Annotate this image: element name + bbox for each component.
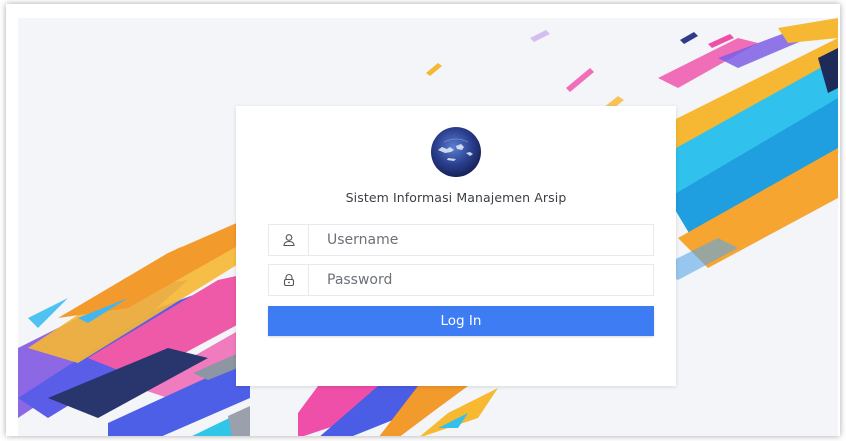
- username-input[interactable]: [309, 226, 627, 254]
- bg-accent-yellow: [426, 63, 442, 76]
- password-field: [268, 264, 654, 296]
- bg-accent-pink: [566, 68, 594, 92]
- bg-stripe-right-yellow-2: [778, 18, 838, 43]
- login-card: Sistem Informasi Manajemen Arsip Usernam…: [236, 106, 676, 386]
- bg-stripe-gray-2: [228, 406, 250, 436]
- lock-icon: [269, 265, 309, 295]
- app-title: Sistem Informasi Manajemen Arsip: [345, 190, 567, 205]
- bg-accent-navy: [680, 32, 698, 44]
- username-field: [268, 224, 654, 256]
- password-input[interactable]: [309, 266, 627, 294]
- login-page: Sistem Informasi Manajemen Arsip Usernam…: [18, 18, 838, 436]
- indonesia-globe-logo: [418, 126, 481, 180]
- screenshot-frame: Sistem Informasi Manajemen Arsip Usernam…: [6, 4, 840, 436]
- user-icon: [269, 225, 309, 255]
- login-button[interactable]: Log In: [268, 306, 654, 336]
- bg-stripe-small-cyan-2: [28, 298, 68, 328]
- bg-accent-lilac: [530, 30, 550, 42]
